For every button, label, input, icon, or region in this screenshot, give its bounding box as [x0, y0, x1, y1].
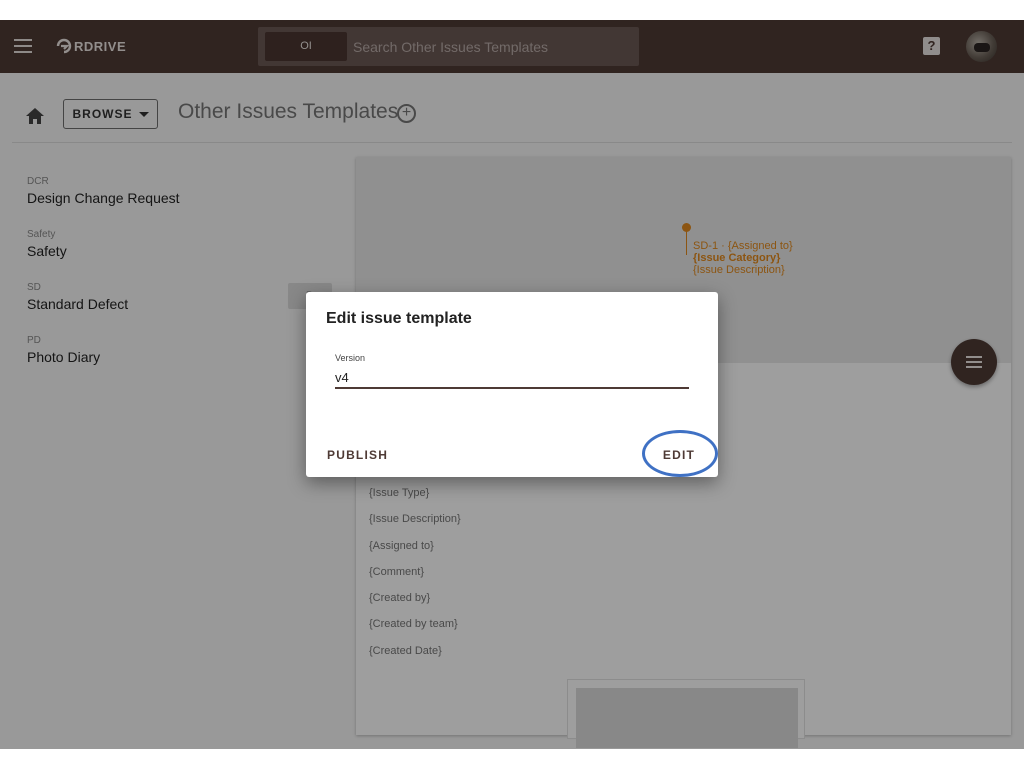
edit-button[interactable]: EDIT	[652, 442, 706, 468]
version-field-label: Version	[335, 353, 366, 363]
version-field[interactable]	[335, 367, 689, 389]
publish-button[interactable]: PUBLISH	[320, 442, 395, 468]
edit-template-dialog: Edit issue template Version PUBLISH EDIT	[306, 292, 718, 477]
dialog-title: Edit issue template	[326, 310, 472, 327]
app-window: RDRIVE OI ? BROWSE Other Issues Template…	[0, 20, 1024, 749]
